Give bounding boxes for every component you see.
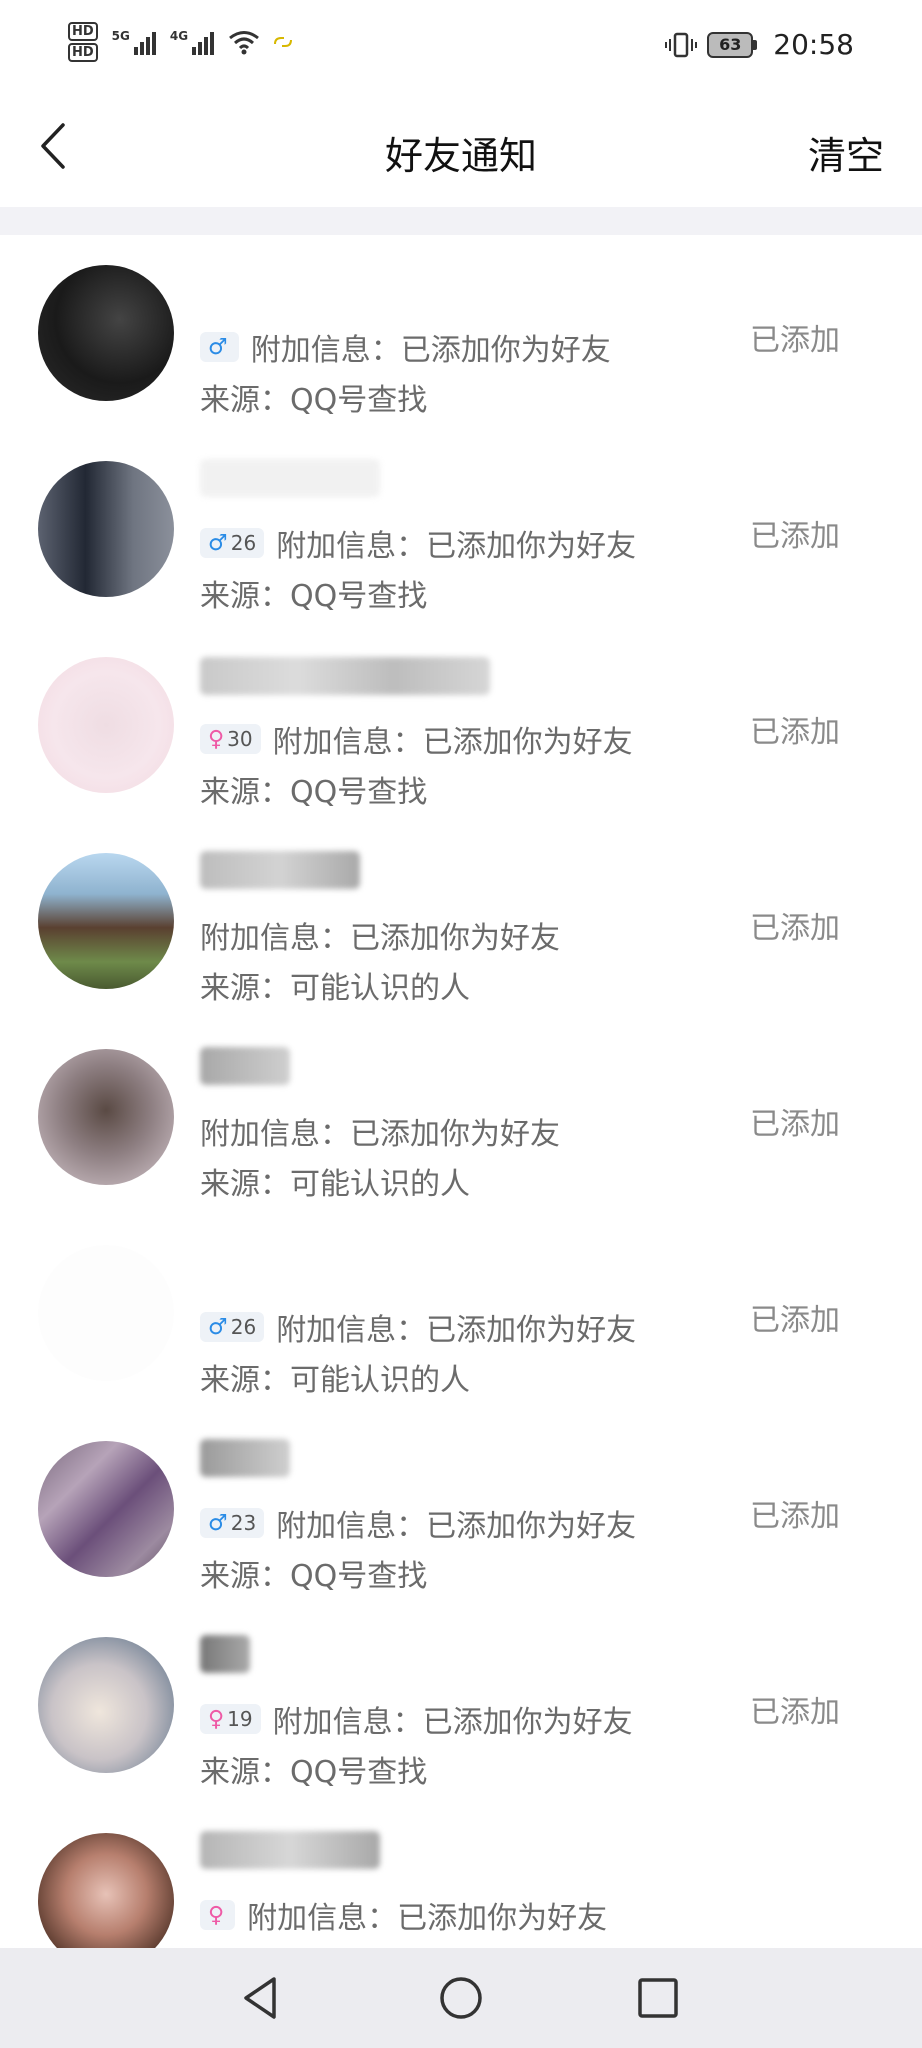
avatar xyxy=(38,1049,174,1185)
section-divider xyxy=(0,207,922,235)
age-text: 23 xyxy=(230,1511,257,1535)
female-icon: ♀ xyxy=(208,1706,225,1732)
clear-button[interactable]: 清空 xyxy=(808,125,884,180)
nickname xyxy=(200,851,360,889)
notification-row[interactable]: ♀ 19 附加信息：已添加你为好友 来源：QQ号查找 已添加 xyxy=(0,1607,922,1803)
source-text: 来源：可能认识的人 xyxy=(200,1363,470,1398)
source-text: 来源：可能认识的人 xyxy=(200,1167,470,1202)
message-text: 附加信息：已添加你为好友 xyxy=(276,1509,637,1544)
battery-icon: 63 xyxy=(707,31,758,58)
status-label: 已添加 xyxy=(750,519,840,554)
nickname xyxy=(200,459,380,497)
avatar xyxy=(38,461,174,597)
message-text: 附加信息：已添加你为好友 xyxy=(247,1901,608,1936)
status-label: 已添加 xyxy=(750,911,840,946)
notification-row[interactable]: ♂ 26 附加信息：已添加你为好友 来源：可能认识的人 已添加 xyxy=(0,1215,922,1411)
male-icon: ♂ xyxy=(208,1510,228,1536)
status-label: 已添加 xyxy=(750,1695,840,1730)
male-icon: ♂ xyxy=(208,334,228,360)
age-text: 19 xyxy=(227,1707,253,1731)
message-text: 附加信息：已添加你为好友 xyxy=(276,1313,637,1348)
hd2-label: HD xyxy=(68,43,98,62)
nickname xyxy=(200,1831,380,1869)
nickname xyxy=(200,1635,250,1673)
avatar xyxy=(38,1441,174,1577)
recents-square-icon[interactable] xyxy=(633,1973,683,2023)
male-icon: ♂ xyxy=(208,1314,228,1340)
clock: 20:58 xyxy=(773,28,854,61)
notification-row[interactable]: ♂ 附加信息：已添加你为好友 来源：QQ号查找 已添加 xyxy=(0,235,922,431)
source-text: 来源：QQ号查找 xyxy=(200,1559,428,1594)
signal-icon-2: 4G xyxy=(169,29,215,55)
message-text: 附加信息：已添加你为好友 xyxy=(272,725,633,760)
avatar xyxy=(38,853,174,989)
signal-icon: 5G xyxy=(112,29,156,55)
female-icon: ♀ xyxy=(208,1902,225,1928)
notification-row[interactable]: ♂ 23 附加信息：已添加你为好友 来源：QQ号查找 已添加 xyxy=(0,1411,922,1607)
page-title: 好友通知 xyxy=(384,134,537,178)
home-circle-icon[interactable] xyxy=(436,1973,486,2023)
message-text: 附加信息：已添加你为好友 xyxy=(250,333,611,368)
status-right: 63 20:58 xyxy=(665,28,854,61)
avatar xyxy=(38,657,174,793)
gender-badge: ♂ 26 xyxy=(200,528,265,558)
net2-label: 4G xyxy=(169,29,189,43)
gender-badge: ♀ 30 xyxy=(200,724,261,754)
female-icon: ♀ xyxy=(208,726,225,752)
source-text: 来源：QQ号查找 xyxy=(200,1755,428,1790)
notification-list: ♂ 附加信息：已添加你为好友 来源：QQ号查找 已添加 ♂ 26 附加信息：已添加… xyxy=(0,235,922,1999)
vibrate-icon xyxy=(665,32,698,57)
source-text: 来源：可能认识的人 xyxy=(200,971,470,1006)
notification-row[interactable]: 附加信息：已添加你为好友 来源：可能认识的人 已添加 xyxy=(0,823,922,1019)
age-text: 26 xyxy=(230,531,257,555)
age-text: 26 xyxy=(230,1315,257,1339)
hd1-label: HD xyxy=(68,22,98,41)
message-text: 附加信息：已添加你为好友 xyxy=(200,1117,560,1152)
back-triangle-icon[interactable] xyxy=(236,1973,286,2023)
notification-row[interactable]: 附加信息：已添加你为好友 来源：可能认识的人 已添加 xyxy=(0,1019,922,1215)
message-text: 附加信息：已添加你为好友 xyxy=(272,1705,633,1740)
avatar xyxy=(38,1637,174,1773)
header: 好友通知 清空 xyxy=(0,95,922,207)
source-text: 来源：QQ号查找 xyxy=(200,579,428,614)
avatar xyxy=(38,265,174,401)
avatar xyxy=(38,1245,174,1381)
source-text: 来源：QQ号查找 xyxy=(200,383,428,418)
status-label: 已添加 xyxy=(750,1107,840,1142)
message-text: 附加信息：已添加你为好友 xyxy=(200,921,560,956)
male-icon: ♂ xyxy=(208,530,228,556)
status-label: 已添加 xyxy=(750,1303,840,1338)
system-navbar xyxy=(0,1948,922,2048)
net1-label: 5G xyxy=(111,29,130,43)
notification-row[interactable]: ♂ 26 附加信息：已添加你为好友 来源：QQ号查找 已添加 xyxy=(0,431,922,627)
nickname xyxy=(200,1439,290,1477)
status-label: 已添加 xyxy=(750,715,840,750)
message-text: 附加信息：已添加你为好友 xyxy=(276,529,637,564)
gender-badge: ♂ 26 xyxy=(200,1312,265,1342)
status-label: 已添加 xyxy=(750,1499,840,1534)
notification-row[interactable]: ♀ 30 附加信息：已添加你为好友 来源：QQ号查找 已添加 xyxy=(0,627,922,823)
link-icon xyxy=(274,37,293,47)
nickname xyxy=(200,657,490,695)
gender-badge: ♀ xyxy=(200,1900,236,1930)
battery-level: 63 xyxy=(707,31,754,58)
gender-badge: ♂ xyxy=(200,332,239,362)
gender-badge: ♂ 23 xyxy=(200,1508,265,1538)
hd-icon: HD HD xyxy=(68,22,98,62)
status-left: HD HD 5G 4G xyxy=(68,22,294,62)
nickname xyxy=(200,1047,290,1085)
wifi-icon xyxy=(229,31,260,55)
source-text: 来源：QQ号查找 xyxy=(200,775,428,810)
status-label: 已添加 xyxy=(750,323,840,358)
age-text: 30 xyxy=(227,727,253,751)
status-bar: HD HD 5G 4G 63 20:58 xyxy=(0,0,922,95)
gender-badge: ♀ 19 xyxy=(200,1704,261,1734)
